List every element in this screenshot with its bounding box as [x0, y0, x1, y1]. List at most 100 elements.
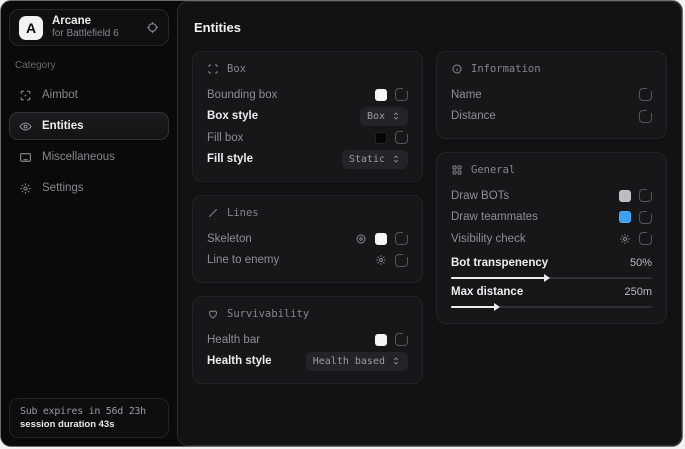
- health-bar-checkbox[interactable]: [395, 333, 408, 346]
- card-title: Box: [227, 63, 246, 75]
- survivability-card: Survivability Health bar Health style He…: [192, 296, 423, 384]
- box-style-dropdown[interactable]: Box: [360, 107, 408, 126]
- setting-row-bounding-box: Bounding box: [207, 84, 408, 106]
- setting-row-name: Name: [451, 84, 652, 106]
- setting-label: Health style: [207, 355, 306, 367]
- color-swatch[interactable]: [375, 89, 387, 101]
- slider-thumb[interactable]: [544, 274, 550, 282]
- target-icon[interactable]: [146, 21, 159, 34]
- app-window: A Arcane for Battlefield 6 Category Aimb…: [0, 0, 683, 447]
- card-title: Survivability: [227, 308, 309, 320]
- sidebar: A Arcane for Battlefield 6 Category Aimb…: [1, 1, 177, 446]
- line-to-enemy-checkbox[interactable]: [395, 254, 408, 267]
- grid-icon: [451, 164, 463, 176]
- brand-logo: A: [19, 16, 43, 40]
- chevron-updown-icon: [391, 111, 401, 121]
- chevron-updown-icon: [391, 154, 401, 164]
- info-icon: [451, 63, 463, 75]
- category-label: Category: [15, 60, 163, 71]
- visibility-check-checkbox[interactable]: [639, 232, 652, 245]
- draw-bots-checkbox[interactable]: [639, 189, 652, 202]
- setting-label: Name: [451, 89, 639, 101]
- sidebar-item-aimbot[interactable]: Aimbot: [9, 81, 169, 109]
- dropdown-value: Health based: [313, 356, 385, 367]
- bot-transparency-slider[interactable]: [451, 277, 652, 279]
- sub-expiry-text: Sub expires in 56d 23h: [20, 406, 158, 417]
- setting-row-draw-teammates: Draw teammates: [451, 207, 652, 229]
- setting-label: Bounding box: [207, 89, 375, 101]
- setting-label: Skeleton: [207, 233, 355, 245]
- slider-label: Max distance: [451, 286, 624, 298]
- box-card: Box Bounding box Box style Box: [192, 51, 423, 182]
- name-checkbox[interactable]: [639, 88, 652, 101]
- setting-label: Box style: [207, 110, 360, 122]
- general-card: General Draw BOTs Draw teammates: [436, 152, 667, 324]
- setting-label: Visibility check: [451, 233, 619, 245]
- fill-box-checkbox[interactable]: [395, 131, 408, 144]
- lines-card: Lines Skeleton Line to enemy: [192, 195, 423, 283]
- slider-value: 50%: [630, 257, 652, 269]
- max-distance-slider[interactable]: [451, 306, 652, 308]
- brand-name: Arcane: [52, 15, 137, 28]
- brand-subtitle: for Battlefield 6: [52, 28, 137, 40]
- fill-style-dropdown[interactable]: Static: [342, 150, 408, 169]
- slider-value: 250m: [624, 286, 652, 298]
- health-style-dropdown[interactable]: Health based: [306, 352, 408, 371]
- color-swatch[interactable]: [619, 211, 631, 223]
- setting-row-health-style: Health style Health based: [207, 351, 408, 373]
- sidebar-item-entities[interactable]: Entities: [9, 112, 169, 140]
- card-title: Lines: [227, 207, 259, 219]
- slider-thumb[interactable]: [494, 303, 500, 311]
- max-distance-setting: Max distance 250m: [451, 286, 652, 308]
- setting-row-fill-box: Fill box: [207, 127, 408, 149]
- information-card: Information Name Distance: [436, 51, 667, 139]
- main-panel: Entities Box Bounding box: [177, 1, 682, 446]
- setting-row-distance: Distance: [451, 106, 652, 128]
- setting-label: Health bar: [207, 334, 375, 346]
- color-swatch[interactable]: [375, 132, 387, 144]
- distance-checkbox[interactable]: [639, 110, 652, 123]
- page-title: Entities: [194, 20, 665, 35]
- viewfinder-icon: [207, 63, 219, 75]
- sidebar-item-label: Entities: [42, 120, 84, 132]
- brand-text: Arcane for Battlefield 6: [52, 15, 137, 40]
- setting-row-health-bar: Health bar: [207, 329, 408, 351]
- color-swatch[interactable]: [375, 233, 387, 245]
- box-card-header: Box: [207, 63, 408, 75]
- setting-label: Draw BOTs: [451, 190, 619, 202]
- setting-row-line-to-enemy: Line to enemy: [207, 250, 408, 272]
- gear-icon[interactable]: [619, 233, 631, 245]
- card-title: General: [471, 164, 515, 176]
- gear-icon[interactable]: [375, 254, 387, 266]
- sidebar-item-settings[interactable]: Settings: [9, 174, 169, 202]
- setting-row-fill-style: Fill style Static: [207, 149, 408, 171]
- dropdown-value: Static: [349, 154, 385, 165]
- gear-icon: [19, 182, 32, 195]
- setting-label: Fill style: [207, 153, 342, 165]
- color-swatch[interactable]: [375, 334, 387, 346]
- right-column: Information Name Distance: [436, 51, 667, 397]
- setting-label: Distance: [451, 110, 639, 122]
- slider-fill: [451, 277, 545, 279]
- lines-card-header: Lines: [207, 207, 408, 219]
- setting-row-skeleton: Skeleton: [207, 228, 408, 250]
- bounding-box-checkbox[interactable]: [395, 88, 408, 101]
- keyboard-icon: [19, 151, 32, 164]
- session-duration-text: session duration 43s: [20, 419, 158, 430]
- setting-row-visibility-check: Visibility check: [451, 228, 652, 250]
- draw-teammates-checkbox[interactable]: [639, 211, 652, 224]
- slider-label: Bot transpenency: [451, 257, 630, 269]
- left-column: Box Bounding box Box style Box: [192, 51, 423, 397]
- skeleton-checkbox[interactable]: [395, 232, 408, 245]
- survivability-card-header: Survivability: [207, 308, 408, 320]
- diagonal-line-icon: [207, 207, 219, 219]
- sidebar-item-miscellaneous[interactable]: Miscellaneous: [9, 143, 169, 171]
- eye-icon[interactable]: [355, 233, 367, 245]
- bot-transparency-setting: Bot transpenency 50%: [451, 257, 652, 279]
- setting-row-box-style: Box style Box: [207, 106, 408, 128]
- color-swatch[interactable]: [619, 190, 631, 202]
- setting-row-draw-bots: Draw BOTs: [451, 185, 652, 207]
- sidebar-item-label: Aimbot: [42, 89, 78, 101]
- heart-icon: [207, 308, 219, 320]
- setting-label: Line to enemy: [207, 254, 375, 266]
